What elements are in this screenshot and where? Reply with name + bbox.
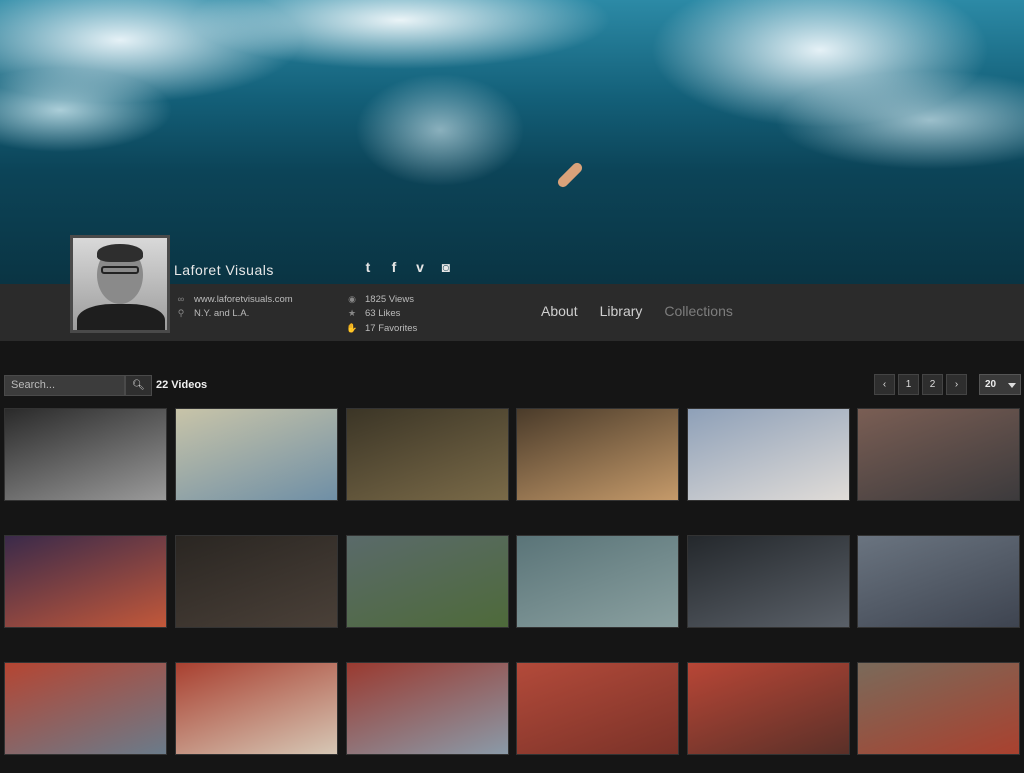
prev-page-button[interactable]: ‹: [874, 374, 895, 395]
website-link[interactable]: www.laforetvisuals.com: [194, 294, 293, 305]
star-icon: ★: [347, 308, 357, 319]
search-input[interactable]: Search...: [4, 375, 125, 396]
next-page-button[interactable]: ›: [946, 374, 967, 395]
video-count: 22 Videos: [156, 379, 208, 391]
video-thumbnail[interactable]: [687, 535, 850, 628]
per-page-select[interactable]: 20: [979, 374, 1021, 395]
per-page-value: 20: [985, 379, 997, 390]
likes-count: 63 Likes: [365, 308, 401, 320]
pagination: ‹ 1 2 ›: [874, 374, 967, 395]
location-pin-icon: ⚲: [177, 308, 185, 319]
chevron-down-icon: [1008, 383, 1016, 388]
video-thumbnail[interactable]: [4, 408, 167, 501]
location-text: N.Y. and L.A.: [194, 308, 250, 320]
video-thumbnail[interactable]: [175, 408, 338, 501]
video-thumbnail[interactable]: [4, 535, 167, 628]
page-2-button[interactable]: 2: [922, 374, 943, 395]
views-count: 1825 Views: [365, 293, 414, 305]
instagram-icon[interactable]: ◙: [438, 259, 454, 275]
twitter-icon[interactable]: t: [360, 259, 376, 275]
nav-library[interactable]: Library: [600, 303, 643, 319]
avatar[interactable]: [70, 235, 170, 333]
video-thumbnail[interactable]: [516, 662, 679, 755]
search-icon: 🔍︎: [132, 380, 145, 391]
search-button[interactable]: 🔍︎: [125, 375, 152, 396]
nav-collections[interactable]: Collections: [664, 303, 732, 319]
video-thumbnail[interactable]: [516, 408, 679, 501]
social-links: t f v ◙: [360, 259, 454, 275]
video-thumbnail[interactable]: [857, 662, 1020, 755]
video-thumbnail[interactable]: [346, 535, 509, 628]
thumbs-up-icon: ✋: [346, 322, 358, 333]
video-thumbnail[interactable]: [687, 662, 850, 755]
profile-stats: ◉ 1825 Views ★ 63 Likes ✋ 17 Favorites: [345, 292, 417, 336]
video-thumbnail[interactable]: [516, 535, 679, 628]
page-1-button[interactable]: 1: [898, 374, 919, 395]
video-thumbnail[interactable]: [175, 662, 338, 755]
video-thumbnail[interactable]: [687, 408, 850, 501]
video-thumbnail[interactable]: [346, 662, 509, 755]
profile-info: ∞ www.laforetvisuals.com ⚲ N.Y. and L.A.: [174, 292, 293, 321]
video-thumbnail[interactable]: [4, 662, 167, 755]
video-thumbnail[interactable]: [175, 535, 338, 628]
vimeo-icon[interactable]: v: [412, 259, 428, 275]
nav-about[interactable]: About: [541, 303, 578, 319]
link-icon: ∞: [177, 294, 185, 305]
video-thumbnail[interactable]: [346, 408, 509, 501]
favorites-count: 17 Favorites: [365, 322, 418, 334]
profile-nav: About Library Collections: [541, 303, 733, 319]
eye-icon: ◉: [348, 293, 356, 304]
video-thumbnail[interactable]: [857, 535, 1020, 628]
video-thumbnail[interactable]: [857, 408, 1020, 501]
channel-name[interactable]: Laforet Visuals: [174, 262, 274, 278]
facebook-icon[interactable]: f: [386, 259, 402, 275]
surfer-figure: [555, 160, 585, 190]
